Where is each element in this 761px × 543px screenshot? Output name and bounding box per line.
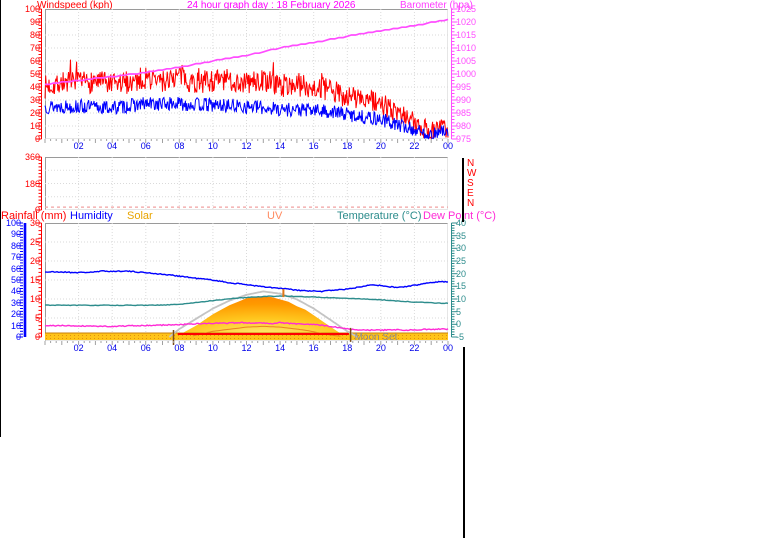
legend-solar: Solar [127, 210, 153, 222]
right-border-line-upper [462, 158, 464, 222]
axis-tick-label: 975 [456, 134, 472, 144]
axis-tick-label: 100 [24, 4, 40, 14]
hour-label: 10 [207, 141, 218, 151]
axis-tick-label: 35 [456, 230, 467, 241]
hour-label: 08 [174, 343, 185, 353]
axis-tick-label: 5 [456, 306, 462, 317]
hour-label: 22 [409, 141, 420, 151]
hour-label: 06 [140, 343, 151, 353]
axis-tick-label: 0 [456, 319, 462, 330]
hour-label: 16 [308, 141, 319, 151]
axis-tick-label: 1010 [456, 43, 477, 53]
axis-tick-label: 0 [34, 134, 40, 144]
axis-tick-label: 1020 [456, 17, 477, 27]
hour-label: 16 [308, 343, 319, 353]
hour-label: 18 [342, 343, 353, 353]
axis-tick-label: 980 [456, 121, 472, 131]
axis-tick-label: 1000 [456, 69, 477, 79]
axis-tick-label: 80 [29, 30, 40, 40]
axis-tick-label: 20 [29, 108, 40, 118]
axis-tick-label: 70 [29, 43, 40, 53]
axis-tick-label: 1005 [456, 56, 477, 66]
hour-label: 18 [342, 141, 353, 151]
axis-tick-label: 985 [456, 108, 472, 118]
axis-tick-label: 1015 [456, 30, 477, 40]
hour-label: 08 [174, 141, 185, 151]
hour-label: 00 [442, 141, 453, 151]
axis-tick-label: 20 [29, 256, 40, 266]
axis-tick-label: 360 [24, 152, 40, 162]
hour-label: 14 [275, 343, 286, 353]
axis-tick-label: 90 [29, 17, 40, 27]
hour-label: 20 [375, 343, 386, 353]
axis-tick-label: 20 [456, 268, 467, 279]
axis-tick-label: 10 [456, 294, 467, 304]
hour-label: 22 [409, 343, 420, 353]
hour-label: 02 [73, 343, 84, 353]
hour-label: 04 [107, 141, 118, 151]
axis-tick-label: 60 [29, 56, 40, 66]
axis-tick-label: 25 [29, 237, 40, 247]
windspeed-barometer-chart [35, 8, 458, 143]
axis-tick-label: 995 [456, 82, 472, 92]
axis-tick-label: 40 [456, 218, 467, 228]
axis-tick-label: 25 [456, 256, 467, 266]
axis-tick-label: 990 [456, 95, 472, 105]
hour-label: 04 [107, 343, 118, 353]
legend-temperature: Temperature (°C) [337, 210, 422, 222]
axis-tick-label: 180 [24, 178, 40, 189]
hour-label: 20 [375, 141, 386, 151]
hour-label: 02 [73, 141, 84, 151]
hour-label: 12 [241, 343, 252, 353]
hour-label: 00 [442, 343, 453, 353]
axis-tick-label: 30 [456, 243, 467, 254]
wind-direction-chart: NWSEN [35, 156, 477, 211]
axis-tick-label: -5 [456, 332, 465, 342]
legend-uv: UV [267, 210, 283, 222]
axis-tick-label: 15 [29, 275, 40, 285]
axis-tick-label: 5 [34, 313, 40, 323]
axis-tick-label: 1025 [456, 4, 477, 14]
axis-tick-label: 30 [29, 95, 40, 105]
hour-label: 10 [207, 343, 218, 353]
axis-tick-label: 10 [29, 121, 40, 131]
axis-tick-label: 40 [29, 82, 40, 92]
axis-tick-label: 10 [29, 294, 40, 304]
axis-tick-label: 15 [456, 281, 467, 292]
svg-text:Moon Set: Moon Set [355, 332, 398, 343]
multi-sensor-chart: Moon Set [17, 222, 458, 345]
svg-text:N: N [467, 198, 474, 209]
axis-tick-label: 0 [34, 332, 40, 342]
hour-label: 14 [275, 141, 286, 151]
hour-label: 06 [140, 141, 151, 151]
legend-humidity: Humidity [70, 210, 113, 222]
axis-tick-label: 30 [29, 218, 40, 228]
hour-label: 12 [241, 141, 252, 151]
axis-tick-label: 0 [34, 205, 40, 215]
axis-tick-label: 50 [29, 69, 40, 79]
weather-graph-window: Windspeed (kph) 24 hour graph day : 18 F… [0, 0, 761, 543]
right-border-line-lower [463, 347, 465, 538]
